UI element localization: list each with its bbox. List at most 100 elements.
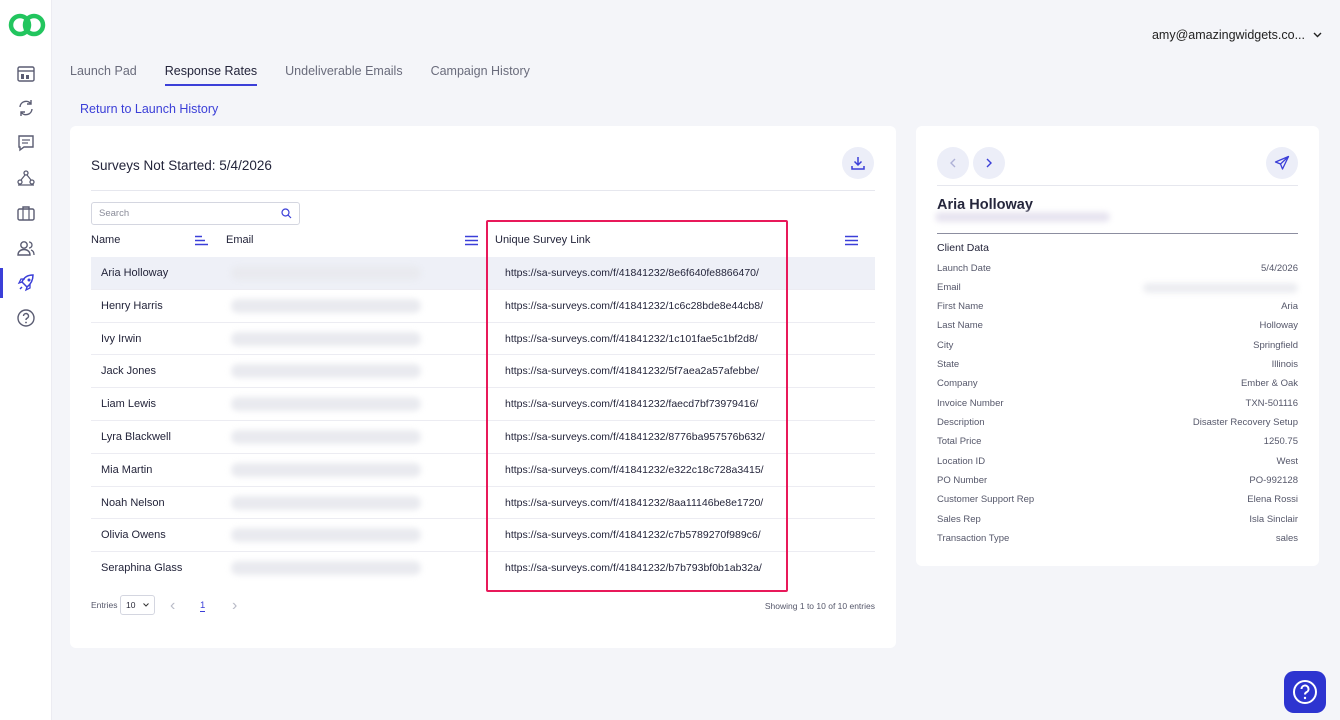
return-link[interactable]: Return to Launch History <box>80 102 218 116</box>
search-box <box>91 202 300 225</box>
cell-name: Noah Nelson <box>101 496 165 509</box>
field-value: Aria <box>1281 301 1298 312</box>
download-icon <box>851 157 865 170</box>
cell-survey-link[interactable]: https://sa-surveys.com/f/41841232/1c101f… <box>505 333 758 345</box>
surveys-card: Surveys Not Started: 5/4/2026 Name Email… <box>70 126 896 648</box>
help-icon[interactable] <box>15 307 37 329</box>
field-total-price: Total Price 1250.75 <box>937 436 1298 450</box>
tab-response-rates[interactable]: Response Rates <box>164 64 258 86</box>
table-row[interactable]: Mia Martin https://sa-surveys.com/f/4184… <box>91 454 875 487</box>
field-po-number: PO Number PO-992128 <box>937 475 1298 489</box>
table-row[interactable]: Henry Harris https://sa-surveys.com/f/41… <box>91 290 875 323</box>
cell-survey-link[interactable]: https://sa-surveys.com/f/41841232/8e6f64… <box>505 267 759 279</box>
table-row[interactable]: Seraphina Glass https://sa-surveys.com/f… <box>91 552 875 585</box>
search-input[interactable] <box>99 208 281 219</box>
users-icon[interactable] <box>15 237 37 259</box>
field-value: Isla Sinclair <box>1249 514 1298 525</box>
chat-icon[interactable] <box>15 132 37 154</box>
field-key: Sales Rep <box>937 514 981 525</box>
section-label: Client Data <box>937 242 989 254</box>
field-key: Invoice Number <box>937 398 1004 409</box>
divider <box>937 233 1298 234</box>
user-menu[interactable]: amy@amazingwidgets.co... <box>1152 28 1322 42</box>
field-key: Customer Support Rep <box>937 494 1035 505</box>
field-value: West <box>1276 456 1298 467</box>
cell-survey-link[interactable]: https://sa-surveys.com/f/41841232/e322c1… <box>505 464 764 476</box>
app-logo-icon[interactable] <box>7 10 47 40</box>
table-row[interactable]: Liam Lewis https://sa-surveys.com/f/4184… <box>91 388 875 421</box>
field-key: Company <box>937 378 978 389</box>
cell-survey-link[interactable]: https://sa-surveys.com/f/41841232/1c6c28… <box>505 300 763 312</box>
column-menu-icon[interactable] <box>465 235 478 246</box>
cell-email-redacted <box>231 561 421 576</box>
chevron-down-icon <box>1313 32 1322 38</box>
column-menu-icon[interactable] <box>845 235 858 246</box>
send-icon <box>1274 155 1290 170</box>
cell-survey-link[interactable]: https://sa-surveys.com/f/41841232/b7b793… <box>505 562 762 574</box>
sync-icon[interactable] <box>15 97 37 119</box>
pager-next-icon[interactable]: › <box>232 598 237 614</box>
client-email-redacted <box>935 212 1110 222</box>
field-key: Total Price <box>937 436 982 447</box>
entries-select[interactable]: 10 <box>120 595 155 615</box>
field-key: Transaction Type <box>937 533 1010 544</box>
cell-survey-link[interactable]: https://sa-surveys.com/f/41841232/8aa111… <box>505 497 763 509</box>
cell-survey-link[interactable]: https://sa-surveys.com/f/41841232/faecd7… <box>505 398 758 410</box>
pager-page[interactable]: 1 <box>200 600 206 612</box>
divider <box>937 185 1298 186</box>
table-body: Aria Holloway https://sa-surveys.com/f/4… <box>91 257 875 585</box>
search-icon[interactable] <box>281 208 292 219</box>
cell-name: Ivy Irwin <box>101 332 142 345</box>
column-header-name[interactable]: Name <box>91 234 120 246</box>
cell-email-redacted <box>231 528 421 543</box>
briefcase-icon[interactable] <box>15 202 37 224</box>
column-header-link[interactable]: Unique Survey Link <box>495 234 590 246</box>
chevron-left-icon <box>950 158 956 168</box>
field-key: City <box>937 340 954 351</box>
table-row[interactable]: Aria Holloway https://sa-surveys.com/f/4… <box>91 257 875 290</box>
prev-button[interactable] <box>937 147 969 179</box>
field-key: State <box>937 359 960 370</box>
cell-name: Liam Lewis <box>101 398 157 411</box>
column-header-email[interactable]: Email <box>226 234 254 246</box>
cell-email-redacted <box>231 266 421 280</box>
table-row[interactable]: Olivia Owens https://sa-surveys.com/f/41… <box>91 519 875 553</box>
cell-name: Olivia Owens <box>101 529 166 542</box>
field-value: sales <box>1275 533 1298 544</box>
cell-survey-link[interactable]: https://sa-surveys.com/f/41841232/8776ba… <box>505 431 765 443</box>
cell-name: Seraphina Glass <box>101 562 183 575</box>
help-fab-button[interactable] <box>1284 671 1326 713</box>
download-button[interactable] <box>842 147 874 179</box>
tab-undeliverable-emails[interactable]: Undeliverable Emails <box>285 64 402 86</box>
field-value: Ember & Oak <box>1240 378 1298 389</box>
field-location-id: Location ID West <box>937 456 1298 470</box>
field-key: Last Name <box>937 320 983 331</box>
tab-campaign-history[interactable]: Campaign History <box>431 64 530 86</box>
tab-launch-pad[interactable]: Launch Pad <box>70 64 137 86</box>
network-icon[interactable] <box>15 167 37 189</box>
dashboard-icon[interactable] <box>15 63 37 85</box>
field-description: Description Disaster Recovery Setup <box>937 417 1298 431</box>
table-row[interactable]: Ivy Irwin https://sa-surveys.com/f/41841… <box>91 323 875 356</box>
field-sales-rep: Sales Rep Isla Sinclair <box>937 514 1298 528</box>
table-row[interactable]: Lyra Blackwell https://sa-surveys.com/f/… <box>91 421 875 454</box>
card-title: Surveys Not Started: 5/4/2026 <box>91 158 272 173</box>
field-key: Launch Date <box>937 263 991 274</box>
pager-prev-icon[interactable]: ‹ <box>170 598 175 614</box>
chevron-right-icon <box>986 158 992 168</box>
table-row[interactable]: Jack Jones https://sa-surveys.com/f/4184… <box>91 355 875 389</box>
help-icon <box>1293 680 1317 704</box>
field-state: State Illinois <box>937 359 1298 373</box>
cell-survey-link[interactable]: https://sa-surveys.com/f/41841232/c7b578… <box>505 529 761 541</box>
send-button[interactable] <box>1266 147 1298 179</box>
table-row[interactable]: Noah Nelson https://sa-surveys.com/f/418… <box>91 487 875 520</box>
sort-icon[interactable] <box>195 235 208 246</box>
user-email: amy@amazingwidgets.co... <box>1151 28 1305 42</box>
next-button[interactable] <box>973 147 1005 179</box>
field-value: 1250.75 <box>1263 436 1298 447</box>
field-value: TXN-501116 <box>1245 398 1298 409</box>
cell-survey-link[interactable]: https://sa-surveys.com/f/41841232/5f7aea… <box>505 365 759 377</box>
rocket-icon[interactable] <box>15 272 37 294</box>
cell-email-redacted <box>231 364 421 379</box>
cell-email-redacted <box>231 462 421 477</box>
